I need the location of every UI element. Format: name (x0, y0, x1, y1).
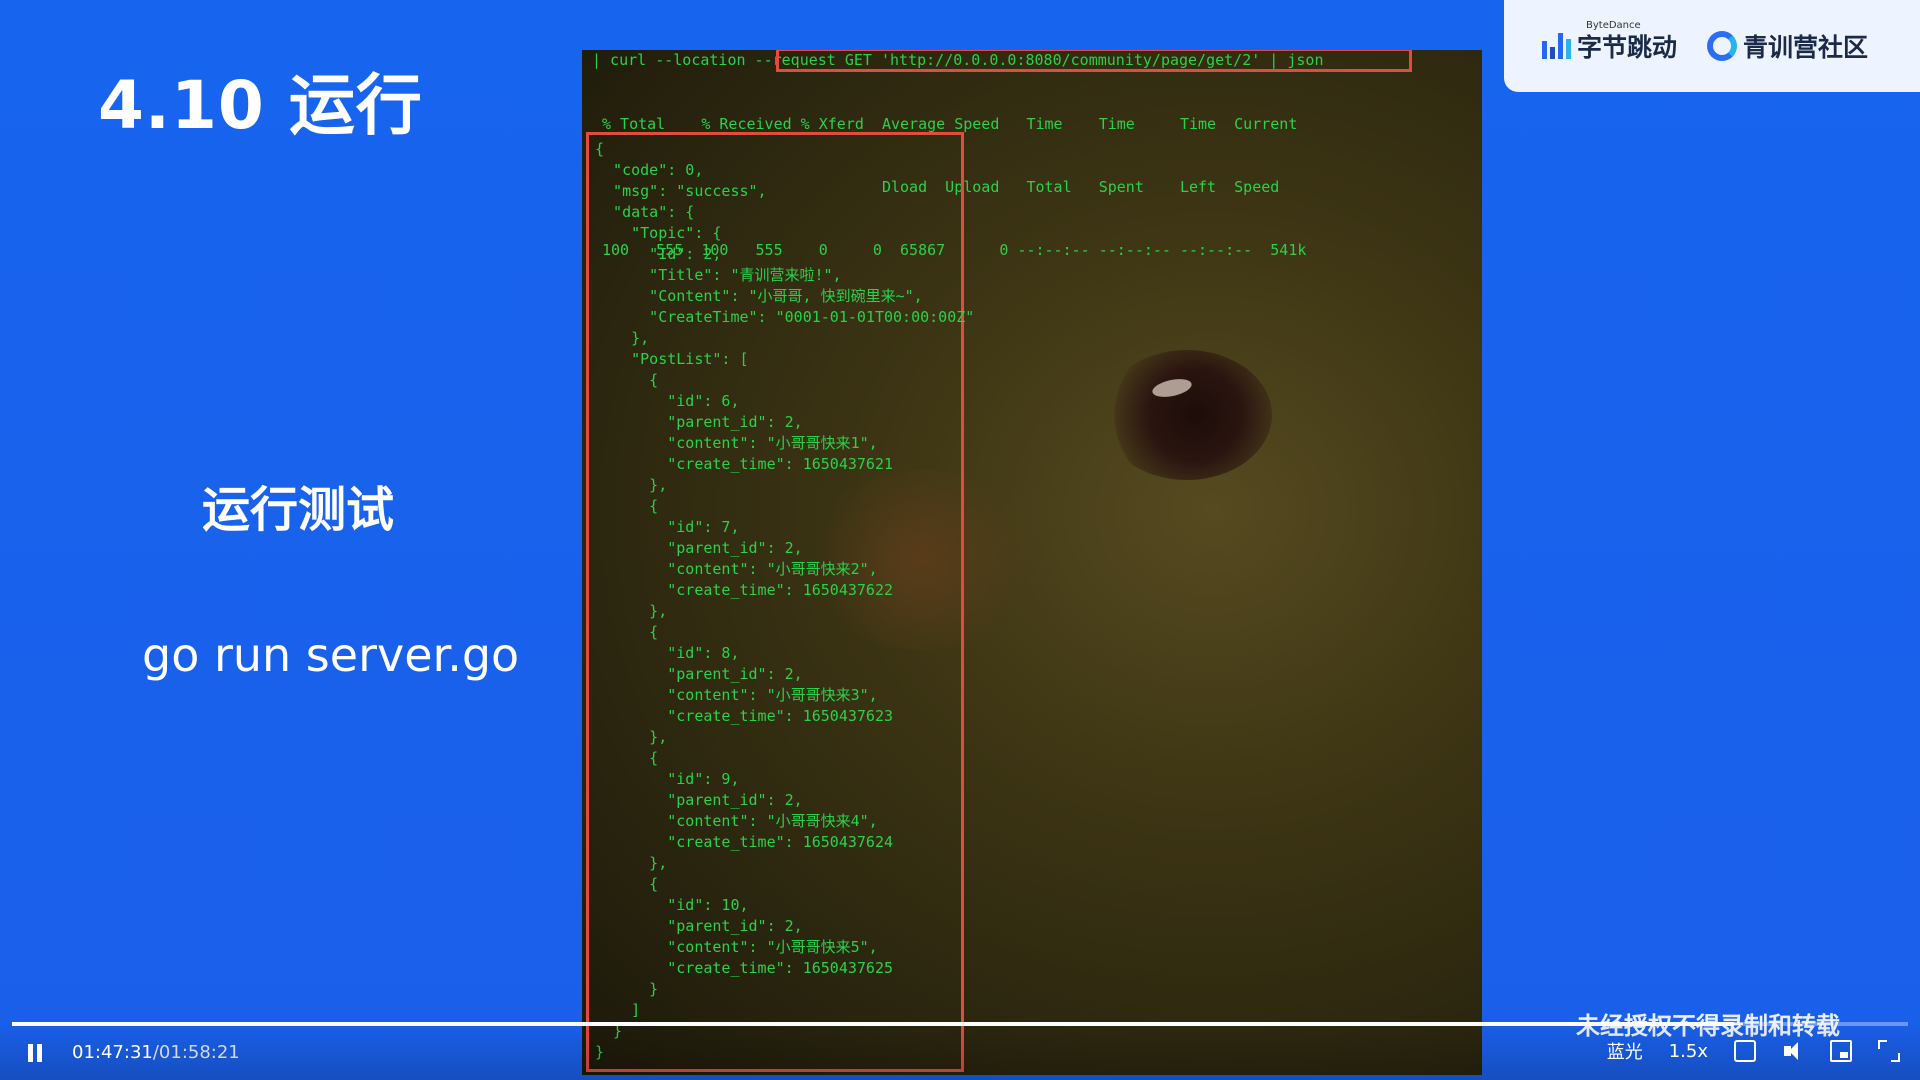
slide: 4.10 运行 运行测试 go run server.go ByteDance … (0, 0, 1920, 1080)
logo-banner: ByteDance 字节跳动 青训营社区 (1504, 0, 1920, 92)
community-ring-icon (1707, 31, 1738, 61)
current-time: 01:47:31 (72, 1042, 153, 1063)
json-highlight-box: { "code": 0, "msg": "success", "data": {… (586, 132, 974, 1072)
player-right-controls: 蓝光 1.5x (1607, 1038, 1900, 1064)
pause-icon (28, 1044, 33, 1062)
terminal-window: | curl --location --request GET 'http://… (582, 50, 1482, 1075)
slide-title: 4.10 运行 (98, 67, 423, 144)
fullscreen-icon[interactable] (1878, 1040, 1900, 1062)
pause-button[interactable] (28, 1044, 46, 1064)
curl-highlight-box (776, 50, 1412, 72)
progress-fill (12, 1022, 1734, 1026)
picture-in-picture-icon[interactable] (1830, 1040, 1852, 1062)
playback-time: 01:47:31/01:58:21 (72, 1042, 240, 1063)
quality-button[interactable]: 蓝光 (1607, 1038, 1643, 1064)
bytedance-bars-icon (1542, 33, 1571, 59)
slide-command: go run server.go (142, 628, 520, 682)
duration: 01:58:21 (158, 1042, 240, 1063)
community-logo: 青训营社区 (1707, 28, 1868, 64)
slide-subtitle: 运行测试 (202, 482, 395, 538)
bytedance-logo: ByteDance 字节跳动 (1542, 20, 1678, 64)
bytedance-small-label: ByteDance (1586, 20, 1641, 31)
subtitles-icon[interactable] (1734, 1040, 1756, 1062)
speed-button[interactable]: 1.5x (1669, 1041, 1708, 1062)
progress-bar[interactable] (12, 1022, 1908, 1026)
video-controls: 01:47:31/01:58:21 蓝光 1.5x (0, 1022, 1920, 1080)
volume-icon[interactable] (1782, 1040, 1804, 1062)
background-image-eye (1102, 350, 1272, 480)
community-cn-label: 青训营社区 (1743, 33, 1869, 62)
bytedance-cn-label: 字节跳动 (1577, 33, 1678, 62)
json-response: { "code": 0, "msg": "success", "data": {… (595, 140, 975, 1061)
